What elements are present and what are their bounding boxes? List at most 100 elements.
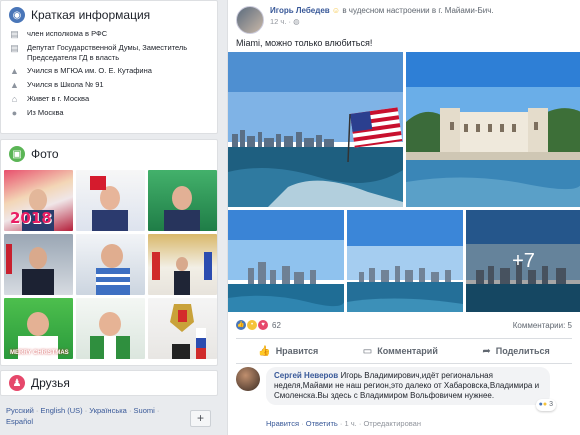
reactions-summary[interactable]: 👍 • ♥ 62 [236,320,281,330]
language-link[interactable]: English (US) [41,406,83,415]
friends-header: ♟ Друзья [1,371,217,395]
commenter-name[interactable]: Сергей Неверов [274,371,338,380]
globe-icon: ◉ [9,7,25,23]
photo-thumbnail[interactable]: MERRY CHRISTMAS [4,298,73,359]
post-card: Игорь Лебедев ☺ в чудесном настроении в … [227,0,580,435]
intro-item-text[interactable]: Из Москва [27,108,64,118]
smile-icon: ☺ [331,6,341,15]
comment-actions: Нравится · Ответить · 1 ч. · Отредактиро… [266,419,421,428]
photo-coat-of-arms [170,304,206,359]
intro-item: ▲ Учился в МГЮА им. О. Е. Кутафина [1,66,217,76]
like-label: Нравится [275,346,319,356]
photo-thumbnail[interactable] [148,170,217,231]
intro-card: ◉ Краткая информация ▤ член исполкома в … [0,0,218,134]
briefcase-icon: ▤ [10,43,19,53]
location-pin-icon: ● [11,108,18,118]
intro-item-text[interactable]: Учился в МГЮА им. О. Е. Кутафина [27,66,152,76]
photo-thumbnail[interactable] [4,234,73,295]
photo-grid: 2018 MERRY CHRISTMAS [1,170,217,359]
post-header: Игорь Лебедев ☺ в чудесном настроении в … [228,0,580,34]
globe-privacy-icon: ◍ [293,17,300,26]
photo-person-figure [164,186,200,231]
intro-item-text[interactable]: Учился в Школа № 91 [27,80,104,90]
photo-thumbnail[interactable] [148,234,217,295]
wow-reaction-icon: • [247,320,257,330]
photo-thumbnail[interactable]: 2018 [4,170,73,231]
photo-caption-merry-christmas: MERRY CHRISTMAS [10,350,69,356]
language-link[interactable]: Suomi [134,406,155,415]
photo-person-figure [90,176,128,231]
photos-card: ▣ Фото 2018 MERRY CHRISTMAS [0,139,218,366]
post-text: Miami, можно только влюбиться! [236,38,373,48]
skyline-image [347,210,463,312]
comment-like-link[interactable]: Нравится [266,419,299,428]
photo-thumbnail[interactable] [76,298,145,359]
photo-thumbnail[interactable] [76,170,145,231]
comments-count[interactable]: Комментарии: 5 [513,321,572,330]
intro-item: ⌂ Живет в г. Москва [1,94,217,104]
language-link[interactable]: Español [6,417,33,426]
intro-header: ◉ Краткая информация [1,1,217,29]
share-label: Поделиться [495,346,550,356]
villa-vizcaya-image [406,52,580,207]
speech-bubble-icon: ▭ [362,345,373,357]
like-reaction-icon: 👍 [236,320,246,330]
photo-icon: ▣ [9,146,25,162]
gallery-photo[interactable] [228,210,344,312]
author-line: Игорь Лебедев ☺ в чудесном настроении в … [270,6,494,15]
comment-edited-label[interactable]: Отредактирован [363,419,421,428]
comment-item: Сергей Неверов Игорь Владимирович,идёт р… [236,367,572,411]
photo-person-figure [6,244,54,295]
home-icon: ⌂ [11,94,18,104]
graduation-cap-icon: ▲ [10,80,19,90]
people-icon: ♟ [9,375,25,391]
left-column: ◉ Краткая информация ▤ член исполкома в … [0,0,218,435]
comment-time[interactable]: 1 ч. [345,419,357,428]
like-button[interactable]: 👍 Нравится [258,346,318,357]
intro-item: ● Из Москва [1,108,217,118]
friends-card[interactable]: ♟ Друзья [0,370,218,396]
miami-skyline-flag-image [228,52,403,207]
add-language-button[interactable]: + [190,410,211,427]
gallery-photo-more[interactable]: +7 [466,210,580,312]
post-meta: 12 ч. · ◍ [270,17,300,26]
photo-person-figure [152,252,212,295]
comment-reply-link[interactable]: Ответить [306,419,338,428]
briefcase-icon: ▤ [10,29,19,39]
comment-reactions[interactable]: ●● 3 [535,399,556,411]
author-avatar[interactable] [236,6,264,34]
share-arrow-icon: ➦ [482,345,491,357]
commenter-avatar[interactable] [236,367,260,391]
thumbs-up-icon: 👍 [258,345,271,357]
comment-button[interactable]: ▭ Комментарий [363,346,438,357]
intro-item-text[interactable]: Живет в г. Москва [27,94,89,104]
graduation-cap-icon: ▲ [10,66,19,76]
photo-thumbnail[interactable] [148,298,217,359]
comment-bubble: Сергей Неверов Игорь Владимирович,идёт р… [266,367,556,411]
language-link[interactable]: Русский [6,406,34,415]
language-link[interactable]: Українська [89,406,127,415]
post-time[interactable]: 12 ч. [270,17,286,26]
friends-title[interactable]: Друзья [31,376,70,390]
comment-reactions-count: 3 [549,401,553,408]
photo-caption-2018: 2018 [10,209,52,227]
intro-item: ▲ Учился в Школа № 91 [1,80,217,90]
photo-person-figure [90,312,130,359]
feeling-text: в чудесном настроении в г. Майами-Бич. [342,6,494,15]
gallery-photo[interactable] [347,210,463,312]
photo-person-figure [96,244,130,295]
gallery-photo[interactable] [406,52,580,207]
love-reaction-icon: ♥ [258,320,268,330]
author-name[interactable]: Игорь Лебедев [270,6,330,15]
post-actions: 👍 Нравится ▭ Комментарий ➦ Поделиться [236,338,572,364]
intro-item: ▤ Депутат Государственной Думы, Заместит… [1,43,217,62]
more-photos-count[interactable]: +7 [466,210,580,312]
gallery-photo[interactable] [228,52,403,207]
intro-item: ▤ член исполкома в РФС [1,29,217,39]
intro-item-text: Депутат Государственной Думы, Заместител… [27,43,188,62]
comment-label: Комментарий [377,346,438,356]
photos-title[interactable]: Фото [31,147,59,161]
intro-title: Краткая информация [31,8,151,22]
photo-thumbnail[interactable] [76,234,145,295]
share-button[interactable]: ➦ Поделиться [482,346,549,357]
